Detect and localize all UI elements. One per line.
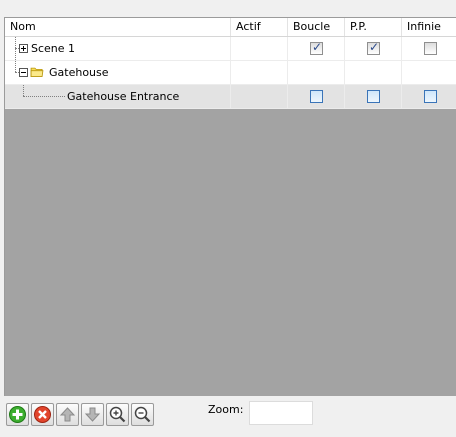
folder-icon bbox=[30, 67, 44, 77]
pp-checkbox[interactable] bbox=[367, 40, 380, 55]
scene-panel: Nom Actif Boucle P.P. Infinie Scene 1 ✓ … bbox=[4, 17, 456, 437]
column-header-actif[interactable]: Actif bbox=[231, 18, 288, 36]
pp-checkbox[interactable] bbox=[367, 90, 380, 103]
column-header-nom[interactable]: Nom bbox=[5, 18, 231, 36]
column-header-infinie[interactable]: Infinie bbox=[402, 18, 456, 36]
column-header-pp[interactable]: P.P. bbox=[345, 18, 402, 36]
tree-row-gatehouse[interactable]: Gatehouse bbox=[5, 61, 456, 85]
zoom-input[interactable] bbox=[249, 401, 313, 425]
tree-header: Nom Actif Boucle P.P. Infinie bbox=[5, 18, 456, 37]
scene-tree[interactable]: Nom Actif Boucle P.P. Infinie Scene 1 ✓ … bbox=[4, 17, 456, 396]
move-down-button[interactable] bbox=[81, 403, 104, 426]
expand-icon[interactable] bbox=[19, 44, 28, 53]
infinie-checkbox[interactable] bbox=[424, 42, 437, 55]
zoom-in-icon bbox=[109, 406, 126, 423]
tree-row-gatehouse-entrance[interactable]: Gatehouse Entrance bbox=[5, 85, 456, 109]
add-button[interactable] bbox=[6, 403, 29, 426]
zoom-in-button[interactable] bbox=[106, 403, 129, 426]
zoom-out-icon bbox=[134, 406, 151, 423]
move-up-button[interactable] bbox=[56, 403, 79, 426]
scene-toolbar: Zoom: bbox=[4, 398, 456, 437]
boucle-checkbox[interactable] bbox=[310, 40, 323, 55]
delete-button[interactable] bbox=[31, 403, 54, 426]
move-down-icon bbox=[84, 407, 101, 422]
tree-row-scene-1[interactable]: Scene 1 bbox=[5, 37, 456, 61]
tree-item-label: Gatehouse bbox=[49, 66, 109, 79]
zoom-label: Zoom: bbox=[208, 403, 244, 416]
move-up-icon bbox=[59, 407, 76, 422]
column-header-boucle[interactable]: Boucle bbox=[288, 18, 345, 36]
zoom-out-button[interactable] bbox=[131, 403, 154, 426]
collapse-icon[interactable] bbox=[19, 68, 28, 77]
delete-icon bbox=[34, 406, 51, 423]
tree-item-label: Gatehouse Entrance bbox=[67, 90, 180, 103]
infinie-checkbox[interactable] bbox=[424, 90, 437, 103]
boucle-checkbox[interactable] bbox=[310, 90, 323, 103]
add-icon bbox=[9, 406, 26, 423]
tree-item-label: Scene 1 bbox=[31, 42, 76, 55]
